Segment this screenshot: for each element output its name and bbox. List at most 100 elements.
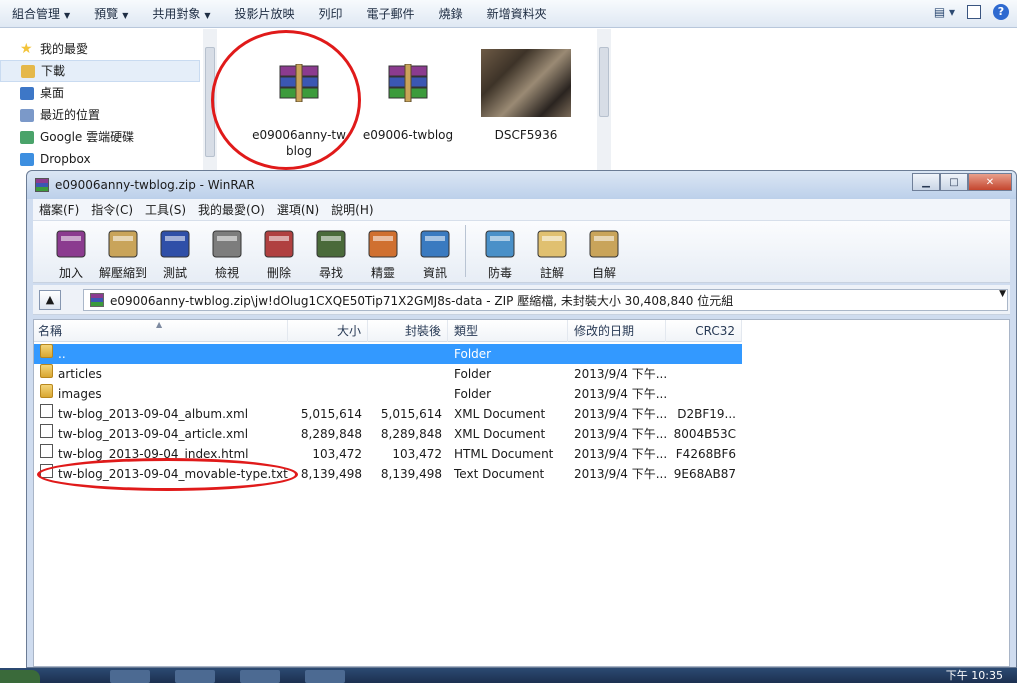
taskbar-word[interactable] — [240, 670, 280, 683]
taskbar-winrar[interactable] — [305, 670, 345, 683]
explorer-toolbar-item[interactable]: 投影片放映 — [223, 0, 307, 28]
table-row[interactable]: tw-blog_2013-09-04_article.xml 8,289,848 8… — [34, 424, 742, 444]
view-options-icon[interactable]: ▤ ▾ — [934, 5, 955, 19]
tool-label: 檢視 — [214, 266, 239, 280]
table-row[interactable]: articles Folder 2013/9/4 下午... — [34, 364, 742, 384]
preview-pane-icon[interactable] — [967, 5, 981, 19]
cell-packed: 5,015,614 — [380, 407, 442, 421]
cell-size: 5,015,614 — [300, 407, 362, 421]
column-size[interactable]: 大小 — [288, 320, 368, 342]
sort-arrow-icon: ▲ — [156, 320, 163, 329]
tool-button[interactable]: 解壓縮到 — [97, 221, 149, 281]
file-item[interactable]: e09006-twblog — [360, 39, 456, 143]
document-icon — [40, 444, 53, 458]
tool-button[interactable]: 檢視 — [201, 221, 253, 281]
tool-button[interactable]: 註解 — [526, 221, 578, 281]
close-button[interactable]: ✕ — [968, 173, 1012, 191]
cell-size: 103,472 — [312, 447, 362, 461]
tool-button[interactable]: 刪除 — [253, 221, 305, 281]
explorer-toolbar-item[interactable]: 共用對象 ▼ — [140, 0, 222, 28]
explorer-toolbar-item[interactable]: 組合管理 ▼ — [0, 0, 82, 28]
tool-button[interactable]: 精靈 — [357, 221, 409, 281]
nav-item-label: 下載 — [41, 64, 66, 78]
list-header: 名稱 ▲ 大小 封裝後 類型 修改的日期 CRC32 — [34, 320, 742, 342]
google-drive-icon — [20, 130, 34, 144]
tool-button[interactable]: 資訊 — [409, 221, 461, 281]
explorer-toolbar: 組合管理 ▼ 預覽 ▼ 共用對象 ▼ 投影片放映 列印 電子郵件 燒錄 新增資料夾 — [0, 0, 1017, 28]
nav-item-label: Google 雲端硬碟 — [40, 130, 135, 144]
table-row[interactable]: .. Folder — [34, 344, 742, 364]
column-modified[interactable]: 修改的日期 — [568, 320, 666, 342]
tool-button[interactable]: 加入 — [45, 221, 97, 281]
address-text: e09006anny-twblog.zip\jw!dOlug1CXQE50Tip… — [110, 293, 734, 308]
cell-packed: 103,472 — [392, 447, 442, 461]
dropbox-icon — [20, 152, 34, 166]
find-icon — [312, 225, 350, 260]
tool-button[interactable]: 測試 — [149, 221, 201, 281]
nav-item[interactable]: 桌面 — [0, 82, 204, 104]
chevron-down-icon[interactable]: ▼ — [999, 289, 1006, 299]
explorer-toolbar-item[interactable]: 電子郵件 — [355, 0, 427, 28]
minimize-button[interactable]: ▁ — [912, 173, 940, 191]
file-item[interactable]: DSCF5936 — [480, 39, 572, 143]
maximize-button[interactable]: □ — [940, 173, 968, 191]
start-button[interactable] — [0, 670, 40, 683]
file-name: e09006-twblog — [362, 128, 454, 142]
tool-label: 解壓縮到 — [98, 266, 147, 280]
archive-file-list: 名稱 ▲ 大小 封裝後 類型 修改的日期 CRC32 .. Folder artic… — [33, 319, 1010, 667]
table-row[interactable]: images Folder 2013/9/4 下午... — [34, 384, 742, 404]
nav-item[interactable]: Google 雲端硬碟 — [0, 126, 204, 148]
nav-item[interactable]: ★ 我的最愛 — [0, 38, 204, 60]
menu-item[interactable]: 我的最愛(O) — [192, 201, 271, 218]
address-field[interactable]: e09006anny-twblog.zip\jw!dOlug1CXQE50Tip… — [83, 289, 1008, 311]
menu-item[interactable]: 指令(C) — [85, 201, 139, 218]
tool-button[interactable]: 尋找 — [305, 221, 357, 281]
table-row[interactable]: tw-blog_2013-09-04_album.xml 5,015,614 5,0… — [34, 404, 742, 424]
up-folder-button[interactable]: ▲ — [39, 289, 61, 310]
menu-item[interactable]: 工具(S) — [139, 201, 192, 218]
menu-item[interactable]: 檔案(F) — [33, 201, 85, 218]
toolbar-item-label: 組合管理 — [12, 6, 61, 21]
highlight-circle-rar — [211, 30, 361, 170]
menu-item[interactable]: 選項(N) — [271, 201, 325, 218]
toolbar-item-label: 新增資料夾 — [486, 6, 547, 21]
nav-item[interactable]: Dropbox — [0, 148, 204, 170]
clock[interactable]: 下午 10:35 — [946, 668, 1003, 683]
extract-to-icon — [104, 225, 142, 260]
column-type[interactable]: 類型 — [448, 320, 568, 342]
cell-type: XML Document — [454, 427, 546, 441]
address-bar: ▲ e09006anny-twblog.zip\jw!dOlug1CXQE50T… — [33, 285, 1010, 315]
winrar-titlebar[interactable]: e09006anny-twblog.zip - WinRAR ▁ □ ✕ — [27, 171, 1016, 199]
explorer-toolbar-item[interactable]: 預覽 ▼ — [82, 0, 140, 28]
menu-item[interactable]: 說明(H) — [325, 201, 379, 218]
toolbar-item-label: 投影片放映 — [234, 6, 295, 21]
explorer-toolbar-item[interactable]: 新增資料夾 — [475, 0, 559, 28]
test-icon — [156, 225, 194, 260]
tool-label: 註解 — [539, 266, 564, 280]
explorer-toolbar-item[interactable]: 燒錄 — [427, 0, 475, 28]
tool-button[interactable]: 防毒 — [474, 221, 526, 281]
cell-packed: 8,139,498 — [380, 467, 442, 481]
cell-name: .. — [58, 347, 66, 361]
cell-type: Folder — [454, 367, 492, 381]
tool-label: 防毒 — [487, 266, 512, 280]
toolbar-separator — [465, 225, 466, 277]
column-crc[interactable]: CRC32 — [666, 320, 742, 342]
cell-modified: 2013/9/4 下午... — [574, 407, 668, 421]
nav-item[interactable]: 最近的位置 — [0, 104, 204, 126]
sfx-icon — [585, 225, 623, 260]
cell-modified: 2013/9/4 下午... — [574, 367, 668, 381]
cell-type: XML Document — [454, 407, 546, 421]
cell-packed: 8,289,848 — [380, 427, 442, 441]
taskbar-ie[interactable] — [110, 670, 150, 683]
explorer-toolbar-item[interactable]: 列印 — [307, 0, 355, 28]
tool-button[interactable]: 自解 — [578, 221, 630, 281]
file-view-scrollbar[interactable] — [597, 29, 611, 174]
toolbar-item-label: 共用對象 — [152, 6, 201, 21]
help-icon[interactable]: ? — [993, 4, 1009, 20]
taskbar-explorer[interactable] — [175, 670, 215, 683]
column-packed[interactable]: 封裝後 — [368, 320, 448, 342]
rar-archive-icon — [385, 39, 431, 127]
cell-modified: 2013/9/4 下午... — [574, 387, 668, 401]
nav-item[interactable]: 下載 — [0, 60, 200, 82]
